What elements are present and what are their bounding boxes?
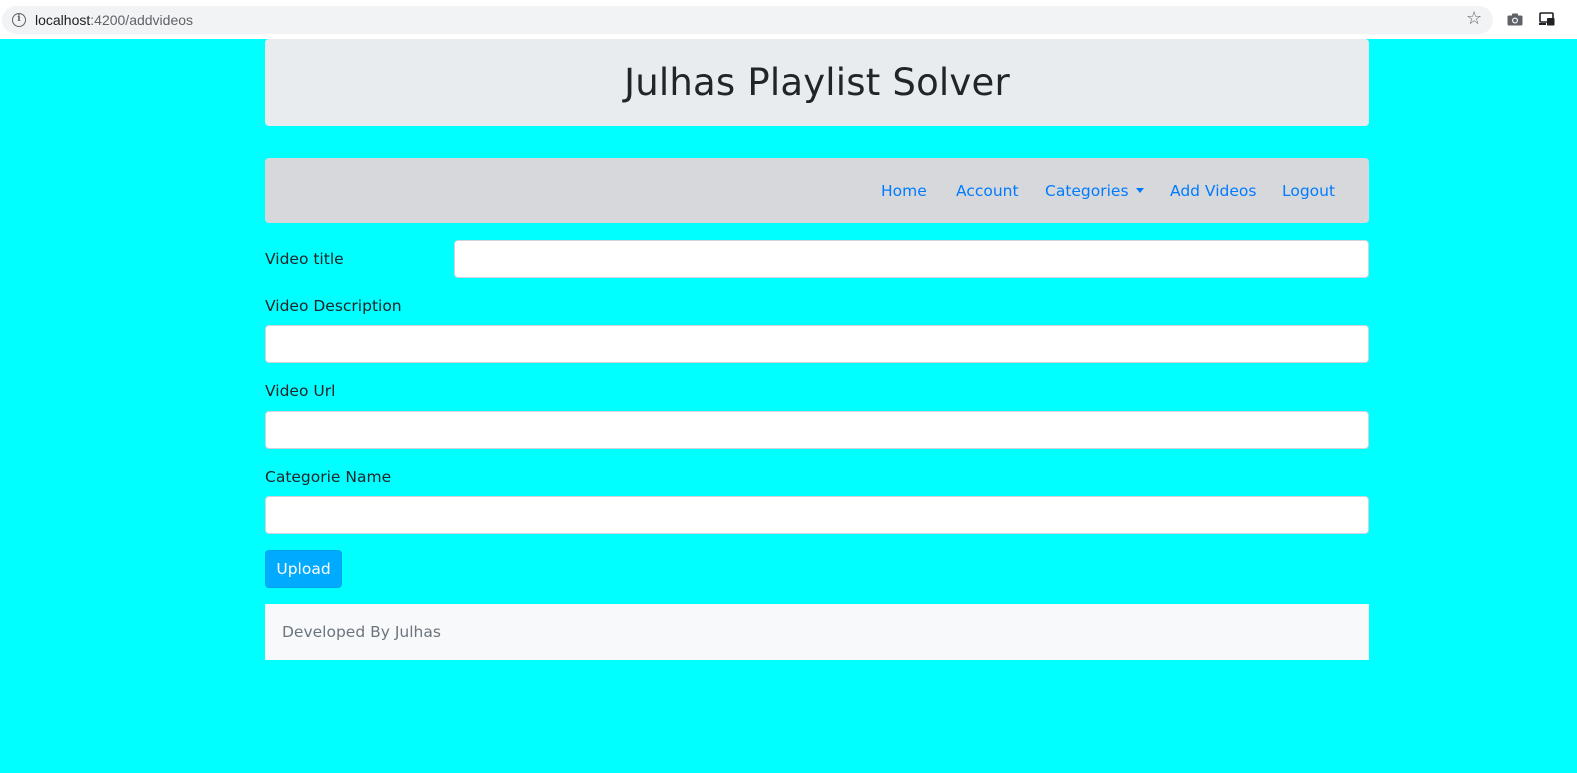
nav-add-videos[interactable]: Add Videos: [1170, 182, 1256, 200]
page-header: Julhas Playlist Solver: [265, 39, 1369, 126]
nav-account[interactable]: Account: [956, 182, 1019, 200]
page-title: Julhas Playlist Solver: [624, 61, 1010, 104]
video-description-input[interactable]: [265, 325, 1369, 363]
nav-categories-label: Categories: [1045, 182, 1129, 200]
footer-text: Developed By Julhas: [282, 623, 441, 641]
video-description-label: Video Description: [265, 297, 402, 315]
nav-categories-dropdown[interactable]: Categories: [1045, 182, 1144, 200]
nav-home[interactable]: Home: [881, 182, 927, 200]
video-url-label: Video Url: [265, 382, 336, 400]
upload-button[interactable]: Upload: [265, 550, 342, 588]
categorie-name-label: Categorie Name: [265, 468, 392, 486]
url-text[interactable]: localhost:4200/addvideos: [35, 12, 193, 28]
categorie-name-input[interactable]: [265, 496, 1369, 534]
address-bar[interactable]: [2, 6, 1493, 34]
navbar: Home Account Categories Add Videos Logou…: [265, 158, 1369, 223]
caret-down-icon: [1135, 188, 1144, 193]
video-title-label: Video title: [265, 250, 344, 268]
camera-icon[interactable]: [1507, 13, 1523, 26]
video-url-input[interactable]: [265, 411, 1369, 449]
bookmark-star-icon[interactable]: ☆: [1466, 9, 1482, 29]
cast-icon[interactable]: [1539, 12, 1555, 26]
footer: Developed By Julhas: [265, 604, 1369, 660]
url-path: :4200/addvideos: [90, 12, 194, 28]
url-host: localhost: [35, 12, 91, 28]
video-title-input[interactable]: [454, 240, 1369, 278]
browser-toolbar: i localhost:4200/addvideos ☆: [0, 0, 1577, 39]
nav-logout[interactable]: Logout: [1282, 182, 1335, 200]
info-icon[interactable]: i: [12, 13, 26, 27]
